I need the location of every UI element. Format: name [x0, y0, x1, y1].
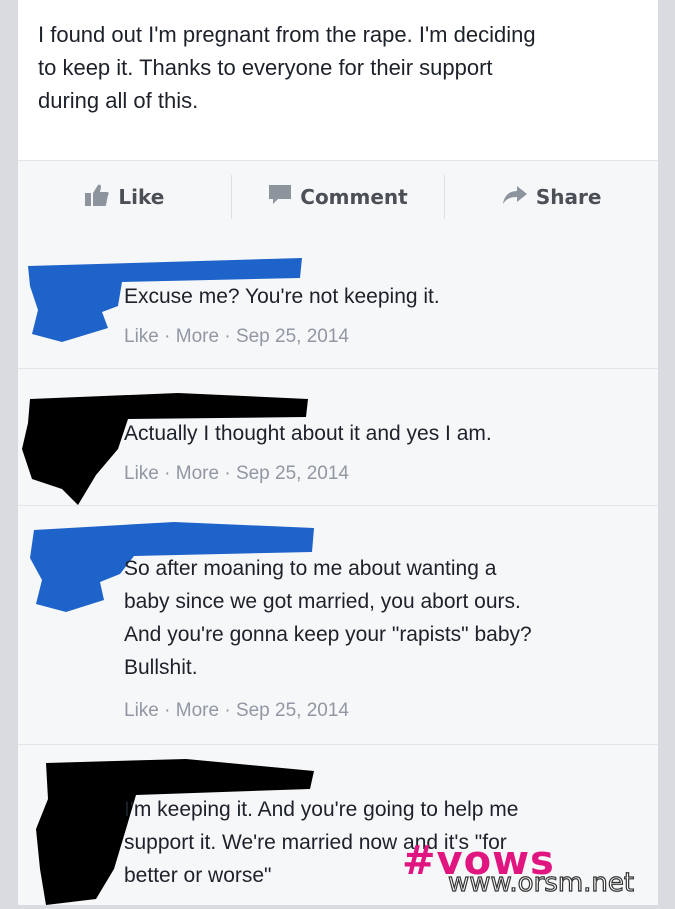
- comment-line: baby since we got married, you abort our…: [124, 590, 521, 613]
- comment-date[interactable]: Sep 25, 2014: [236, 326, 349, 347]
- post-body: I found out I'm pregnant from the rape. …: [38, 18, 648, 117]
- comment-item: Actually I thought about it and yes I am…: [18, 369, 658, 506]
- comment-more-link[interactable]: More: [176, 700, 219, 721]
- comment-meta: Like · More · Sep 25, 2014: [124, 326, 349, 348]
- post-line: to keep it. Thanks to everyone for their…: [38, 55, 493, 80]
- comment-body: Excuse me? You're not keeping it.: [124, 280, 440, 313]
- meta-separator: ·: [224, 700, 231, 721]
- comment-meta: Like · More · Sep 25, 2014: [124, 463, 349, 485]
- post-line: during all of this.: [38, 88, 199, 113]
- post-card: I found out I'm pregnant from the rape. …: [18, 0, 658, 905]
- meta-separator: ·: [224, 326, 231, 347]
- site-watermark: www.orsm.net: [447, 867, 635, 898]
- comment-line: And you're gonna keep your "rapists" bab…: [124, 623, 532, 646]
- meta-separator: ·: [164, 326, 171, 347]
- share-label: Share: [535, 185, 602, 209]
- comment-like-link[interactable]: Like: [124, 463, 159, 484]
- comment-line: Actually I thought about it and yes I am…: [124, 422, 492, 445]
- comment-date[interactable]: Sep 25, 2014: [236, 463, 349, 484]
- comment-date[interactable]: Sep 25, 2014: [236, 700, 349, 721]
- comment-like-link[interactable]: Like: [124, 326, 159, 347]
- comment-label: Comment: [300, 185, 408, 209]
- comment-item: So after moaning to me about wanting a b…: [18, 506, 658, 745]
- comment-button[interactable]: Comment: [230, 175, 445, 219]
- speech-bubble-icon: [268, 184, 292, 211]
- post-line: I found out I'm pregnant from the rape. …: [38, 22, 536, 47]
- post-action-bar: Like Comment Share: [18, 160, 658, 234]
- comment-meta: Like · More · Sep 25, 2014: [124, 700, 349, 722]
- comment-more-link[interactable]: More: [176, 326, 219, 347]
- meta-separator: ·: [164, 463, 171, 484]
- comment-more-link[interactable]: More: [176, 463, 219, 484]
- share-arrow-icon: [502, 185, 528, 210]
- comment-line: Bullshit.: [124, 656, 198, 679]
- like-label: Like: [118, 185, 165, 209]
- comment-line: Excuse me? You're not keeping it.: [124, 285, 440, 308]
- meta-separator: ·: [164, 700, 171, 721]
- like-button[interactable]: Like: [18, 175, 231, 219]
- comment-line: So after moaning to me about wanting a: [124, 557, 497, 580]
- thumbs-up-icon: [84, 183, 110, 212]
- meta-separator: ·: [224, 463, 231, 484]
- comment-body: Actually I thought about it and yes I am…: [124, 417, 492, 450]
- comment-like-link[interactable]: Like: [124, 700, 159, 721]
- share-button[interactable]: Share: [444, 175, 658, 219]
- comment-line: I'm keeping it. And you're going to help…: [124, 798, 519, 821]
- comment-body: So after moaning to me about wanting a b…: [124, 552, 532, 684]
- comment-item: Excuse me? You're not keeping it. Like ·…: [18, 232, 658, 369]
